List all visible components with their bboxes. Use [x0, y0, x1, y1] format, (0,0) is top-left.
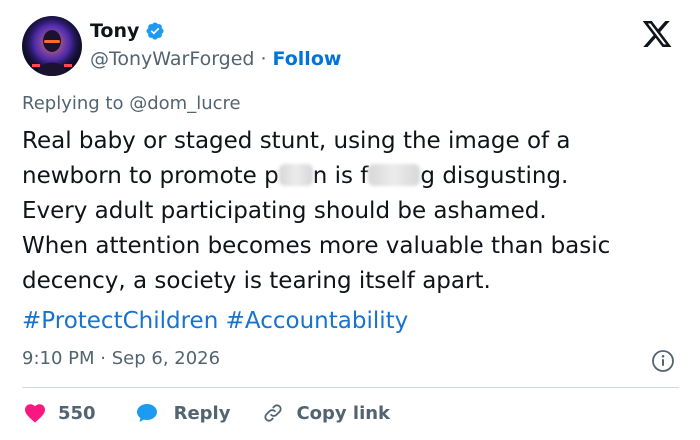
speech-bubble-icon	[136, 404, 157, 422]
reply-label: Reply	[173, 402, 231, 424]
like-count: 550	[58, 402, 96, 424]
censor-blur	[278, 164, 313, 186]
reply-context: Replying to @dom_lucre	[22, 93, 241, 114]
reply-context-prefix: Replying to	[22, 93, 124, 114]
link-icon	[264, 404, 283, 422]
x-logo-icon[interactable]	[640, 18, 674, 50]
reply-button[interactable]: Reply	[134, 401, 231, 425]
tweet-line-part: g disgusting.	[420, 163, 569, 189]
info-icon[interactable]	[651, 349, 675, 373]
follow-link[interactable]: Follow	[273, 48, 342, 70]
heart-icon	[25, 404, 45, 423]
author-display-name[interactable]: Tony	[90, 20, 139, 42]
copy-link-button[interactable]: Copy link	[262, 402, 390, 424]
tweet-text: Real baby or staged stunt, using the ima…	[22, 124, 682, 299]
like-button[interactable]: 550	[22, 401, 96, 425]
hashtag-link[interactable]: #Accountability	[226, 308, 409, 334]
tweet-line-part: newborn to promote p	[22, 163, 279, 189]
tweet-timestamp[interactable]: 9:10 PM · Sep 6, 2026	[22, 348, 220, 369]
censor-blur	[368, 164, 421, 186]
reply-mention-link[interactable]: @dom_lucre	[129, 93, 240, 114]
handle-separator: ·	[260, 48, 267, 70]
avatar[interactable]	[22, 16, 82, 76]
author-handle-row: @TonyWarForged · Follow	[90, 48, 341, 70]
verified-badge-icon	[145, 21, 165, 41]
divider	[22, 387, 679, 388]
tweet-line: Every adult participating should be asha…	[22, 198, 547, 224]
tweet-line: When attention becomes more valuable tha…	[22, 233, 611, 259]
hashtag-link[interactable]: #ProtectChildren	[22, 308, 218, 334]
author-handle[interactable]: @TonyWarForged	[90, 48, 254, 70]
hashtags: #ProtectChildren #Accountability	[22, 308, 408, 334]
tweet-line: newborn to promote p n is f g disgusting.	[22, 159, 682, 194]
tweet-time: 9:10 PM	[22, 348, 95, 369]
tweet-line-part: n is f	[312, 163, 369, 189]
tweet-line: Real baby or staged stunt, using the ima…	[22, 128, 571, 154]
tweet-date: Sep 6, 2026	[111, 348, 221, 369]
author-name-row: Tony	[90, 20, 165, 42]
tweet-line: decency, a society is tearing itself apa…	[22, 268, 491, 294]
action-bar: 550 Reply Copy link	[22, 400, 390, 426]
timestamp-separator: ·	[100, 348, 106, 369]
copy-link-label: Copy link	[296, 402, 391, 424]
